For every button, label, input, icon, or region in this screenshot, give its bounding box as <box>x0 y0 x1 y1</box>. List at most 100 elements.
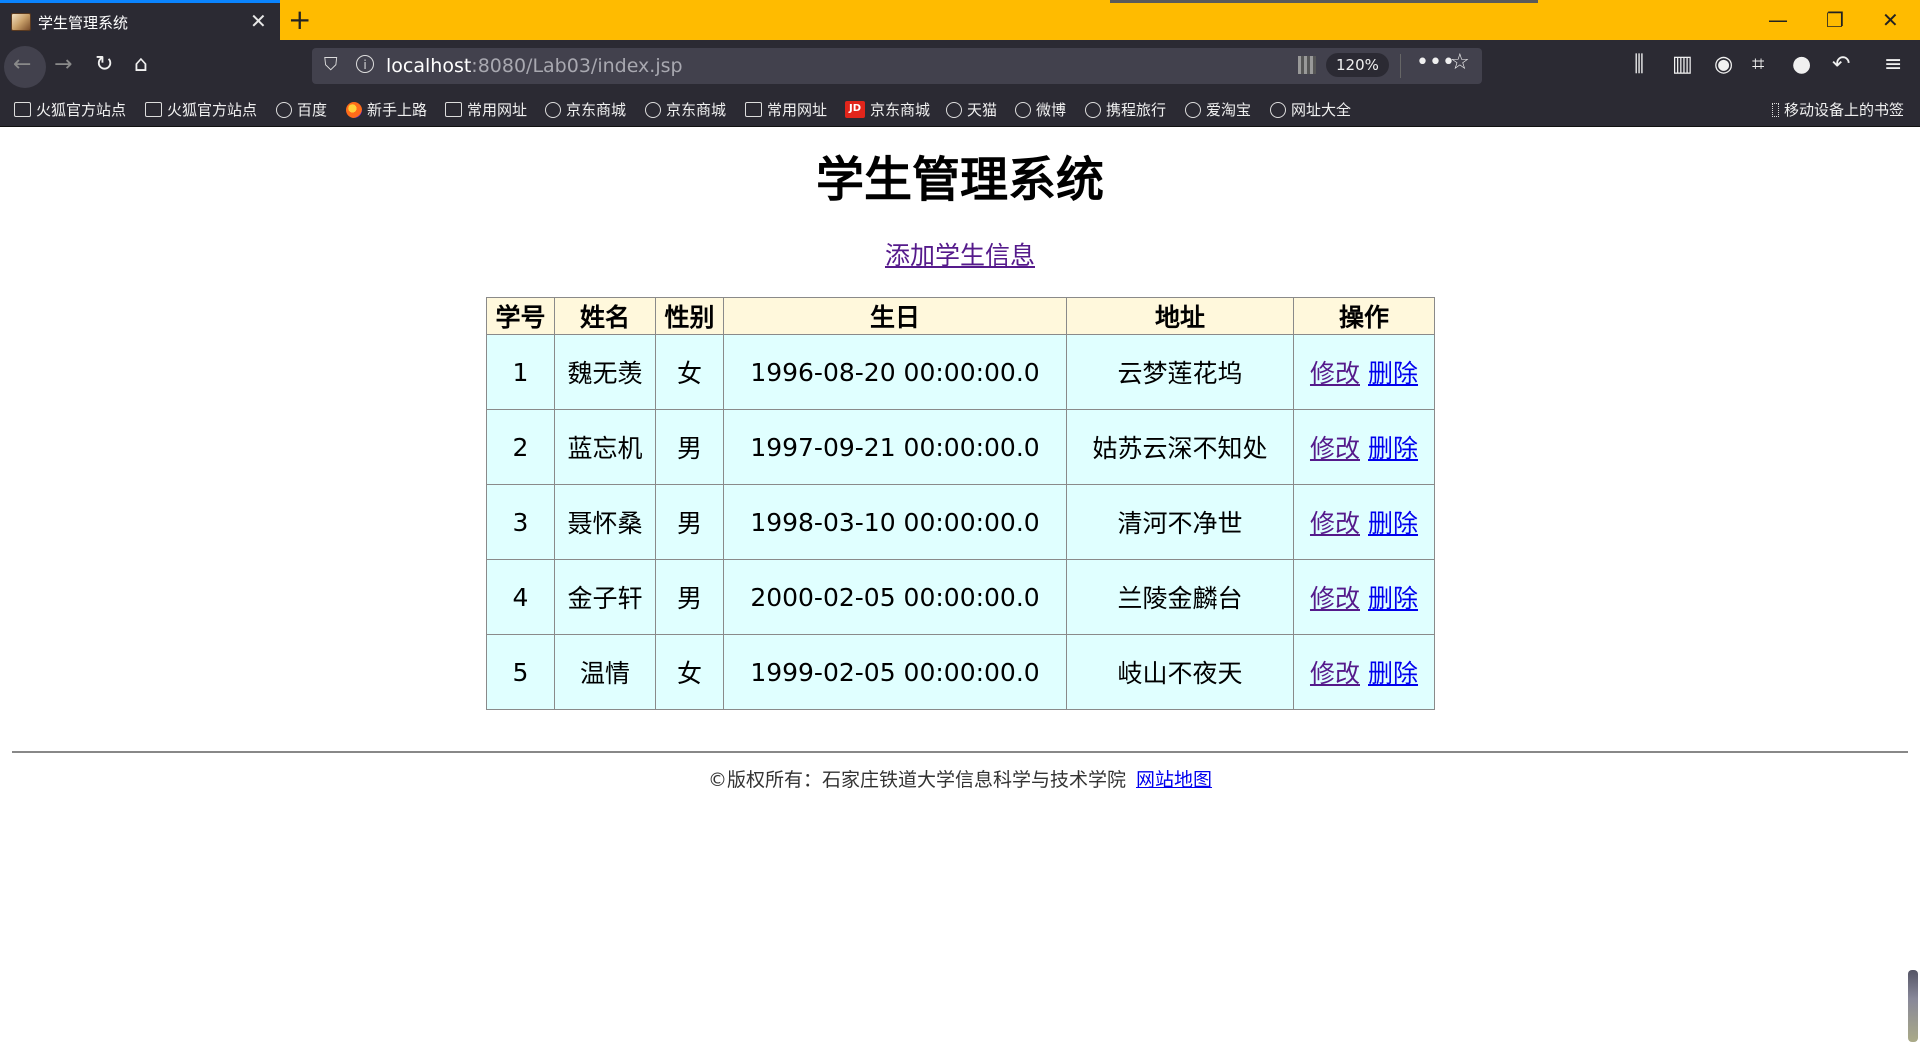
site-info-icon[interactable]: i <box>356 55 374 73</box>
folder-icon <box>14 102 31 117</box>
scroll-indicator <box>1908 970 1918 1042</box>
bookmark-item[interactable]: 火狐官方站点 <box>145 99 257 120</box>
column-header-address: 地址 <box>1066 297 1294 335</box>
globe-icon <box>276 101 292 118</box>
cell-birthday: 1999-02-05 00:00:00.0 <box>723 634 1067 710</box>
bookmark-item[interactable]: 网址大全 <box>1270 99 1351 120</box>
bookmark-item[interactable]: 常用网址 <box>745 99 827 120</box>
close-tab-icon[interactable]: ✕ <box>250 9 267 33</box>
cell-birthday: 1998-03-10 00:00:00.0 <box>723 484 1067 560</box>
minimize-button[interactable]: — <box>1768 4 1788 36</box>
screenshot-crop-icon[interactable]: ⌗ <box>1752 50 1764 80</box>
home-button[interactable]: ⌂ <box>134 50 148 80</box>
chat-icon[interactable]: ● <box>1792 50 1811 80</box>
page-title: 学生管理系统 <box>815 152 1104 208</box>
tab-title: 学生管理系统 <box>38 14 129 32</box>
student-table: 学号 姓名 性别 生日 地址 操作 1 魏无羡 女 1996-08-20 00:… <box>486 297 1435 710</box>
folder-icon <box>445 102 462 117</box>
bookmark-item[interactable]: 京东商城 <box>645 99 726 120</box>
edit-link[interactable]: 修改 <box>1310 359 1360 388</box>
menu-hamburger-icon[interactable]: ≡ <box>1884 50 1902 80</box>
jd-icon: JD <box>845 101 865 118</box>
column-header-birthday: 生日 <box>723 297 1067 335</box>
globe-icon <box>545 101 561 118</box>
library-icon[interactable]: ⫼ <box>1634 50 1644 80</box>
forward-button[interactable]: → <box>54 50 72 80</box>
cell-name: 魏无羡 <box>554 334 656 410</box>
bookmark-item[interactable]: 天猫 <box>946 99 997 120</box>
delete-link[interactable]: 删除 <box>1368 584 1418 613</box>
address-bar[interactable]: ⛉ i localhost:8080/Lab03/index.jsp 120% … <box>312 48 1482 84</box>
close-window-button[interactable]: ✕ <box>1882 4 1899 36</box>
cell-id: 3 <box>486 484 555 560</box>
bookmark-item[interactable]: 新手上路 <box>346 99 427 120</box>
edit-link[interactable]: 修改 <box>1310 659 1360 688</box>
sitemap-link[interactable]: 网站地图 <box>1136 769 1212 791</box>
tab-active[interactable]: 学生管理系统 ✕ <box>0 0 280 40</box>
restore-button[interactable]: ❐ <box>1826 4 1844 36</box>
url-path: :8080/Lab03/index.jsp <box>471 55 683 77</box>
cell-birthday: 2000-02-05 00:00:00.0 <box>723 559 1067 635</box>
cell-address: 岐山不夜天 <box>1066 634 1294 710</box>
cell-actions: 修改 删除 <box>1293 559 1435 635</box>
mobile-bookmarks[interactable]: 移动设备上的书签 <box>1771 99 1904 120</box>
column-header-name: 姓名 <box>554 297 656 335</box>
new-tab-button[interactable]: + <box>288 3 311 37</box>
url-separator <box>1400 54 1401 78</box>
delete-link[interactable]: 删除 <box>1368 434 1418 463</box>
sidebar-icon[interactable]: ▥ <box>1672 50 1693 80</box>
cell-name: 蓝忘机 <box>554 409 656 485</box>
cell-gender: 男 <box>655 409 724 485</box>
bookmark-item[interactable]: 微博 <box>1015 99 1066 120</box>
edit-link[interactable]: 修改 <box>1310 434 1360 463</box>
delete-link[interactable]: 删除 <box>1368 509 1418 538</box>
bookmark-item[interactable]: 携程旅行 <box>1085 99 1166 120</box>
site-favicon-icon <box>11 13 31 31</box>
folder-icon <box>145 102 162 117</box>
cell-address: 云梦莲花坞 <box>1066 334 1294 410</box>
reload-button[interactable]: ↻ <box>95 50 113 80</box>
cell-name: 金子轩 <box>554 559 656 635</box>
cell-address: 清河不净世 <box>1066 484 1294 560</box>
table-row: 3 聂怀桑 男 1998-03-10 00:00:00.0 清河不净世 修改 删除 <box>486 484 1435 560</box>
folder-icon <box>745 102 762 117</box>
qr-code-icon[interactable] <box>1298 56 1316 74</box>
bookmark-item[interactable]: 爱淘宝 <box>1185 99 1251 120</box>
account-icon[interactable]: ◉ <box>1714 50 1733 80</box>
cell-gender: 男 <box>655 484 724 560</box>
bookmark-item[interactable]: 百度 <box>276 99 327 120</box>
cell-id: 5 <box>486 634 555 710</box>
url-text[interactable]: localhost:8080/Lab03/index.jsp <box>386 55 683 77</box>
cell-actions: 修改 删除 <box>1293 334 1435 410</box>
globe-icon <box>1085 101 1101 118</box>
zoom-level-button[interactable]: 120% <box>1326 53 1389 77</box>
table-row: 2 蓝忘机 男 1997-09-21 00:00:00.0 姑苏云深不知处 修改… <box>486 409 1435 485</box>
cell-actions: 修改 删除 <box>1293 409 1435 485</box>
mobile-device-icon <box>1771 103 1779 117</box>
bookmark-item[interactable]: 火狐官方站点 <box>14 99 126 120</box>
footer: ©版权所有：石家庄铁道大学信息科学与技术学院 网站地图 <box>0 765 1920 792</box>
cell-name: 温情 <box>554 634 656 710</box>
cell-gender: 男 <box>655 559 724 635</box>
edit-link[interactable]: 修改 <box>1310 584 1360 613</box>
tracking-shield-icon[interactable]: ⛉ <box>324 54 338 75</box>
footer-divider <box>12 751 1908 753</box>
delete-link[interactable]: 删除 <box>1368 659 1418 688</box>
cell-birthday: 1996-08-20 00:00:00.0 <box>723 334 1067 410</box>
cell-gender: 女 <box>655 634 724 710</box>
edit-link[interactable]: 修改 <box>1310 509 1360 538</box>
bookmark-star-icon[interactable]: ☆ <box>1450 50 1470 75</box>
cell-name: 聂怀桑 <box>554 484 656 560</box>
cell-birthday: 1997-09-21 00:00:00.0 <box>723 409 1067 485</box>
bookmark-item[interactable]: 常用网址 <box>445 99 527 120</box>
cell-actions: 修改 删除 <box>1293 484 1435 560</box>
cell-id: 2 <box>486 409 555 485</box>
delete-link[interactable]: 删除 <box>1368 359 1418 388</box>
bookmark-item[interactable]: JD 京东商城 <box>845 99 930 120</box>
add-student-link[interactable]: 添加学生信息 <box>885 241 1035 270</box>
back-arrow-icon: ← <box>13 52 32 77</box>
column-header-actions: 操作 <box>1293 297 1435 335</box>
undo-icon[interactable]: ↶ <box>1832 50 1850 80</box>
bookmark-item[interactable]: 京东商城 <box>545 99 626 120</box>
cell-actions: 修改 删除 <box>1293 634 1435 710</box>
